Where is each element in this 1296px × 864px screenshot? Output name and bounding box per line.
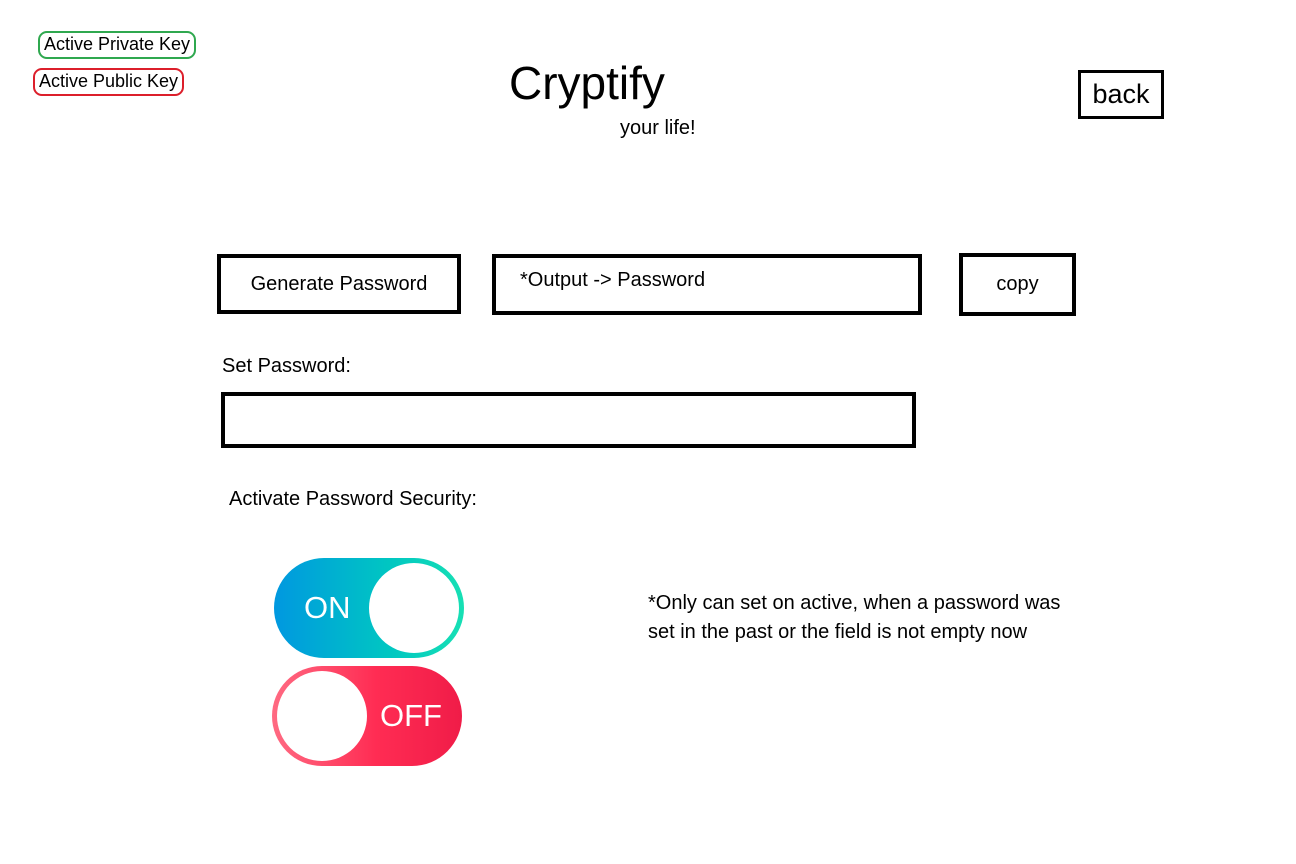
set-password-input[interactable] [221, 392, 916, 448]
generate-password-button[interactable]: Generate Password [217, 254, 461, 314]
security-note-line-1: *Only can set on active, when a password… [648, 592, 1061, 614]
toggle-on-label: ON [304, 590, 351, 625]
security-note: *Only can set on active, when a password… [648, 589, 1148, 647]
active-public-key-badge[interactable]: Active Public Key [33, 68, 185, 96]
copy-button[interactable]: copy [959, 253, 1076, 316]
security-note-line-2: set in the past or the field is not empt… [648, 621, 1028, 643]
toggle-off-label: OFF [380, 698, 442, 733]
active-private-key-badge[interactable]: Active Private Key [38, 31, 197, 59]
security-toggle-off[interactable]: OFF [272, 666, 462, 766]
app-subtitle: your life! [620, 117, 696, 139]
set-password-label: Set Password: [222, 355, 351, 377]
activate-security-label: Activate Password Security: [229, 488, 477, 510]
security-toggle-on[interactable]: ON [274, 558, 464, 658]
app-title: Cryptify [509, 57, 665, 109]
toggle-knob [369, 563, 459, 653]
back-button[interactable]: back [1078, 70, 1164, 119]
password-output-field[interactable]: *Output -> Password [492, 254, 922, 315]
toggle-knob [277, 671, 367, 761]
